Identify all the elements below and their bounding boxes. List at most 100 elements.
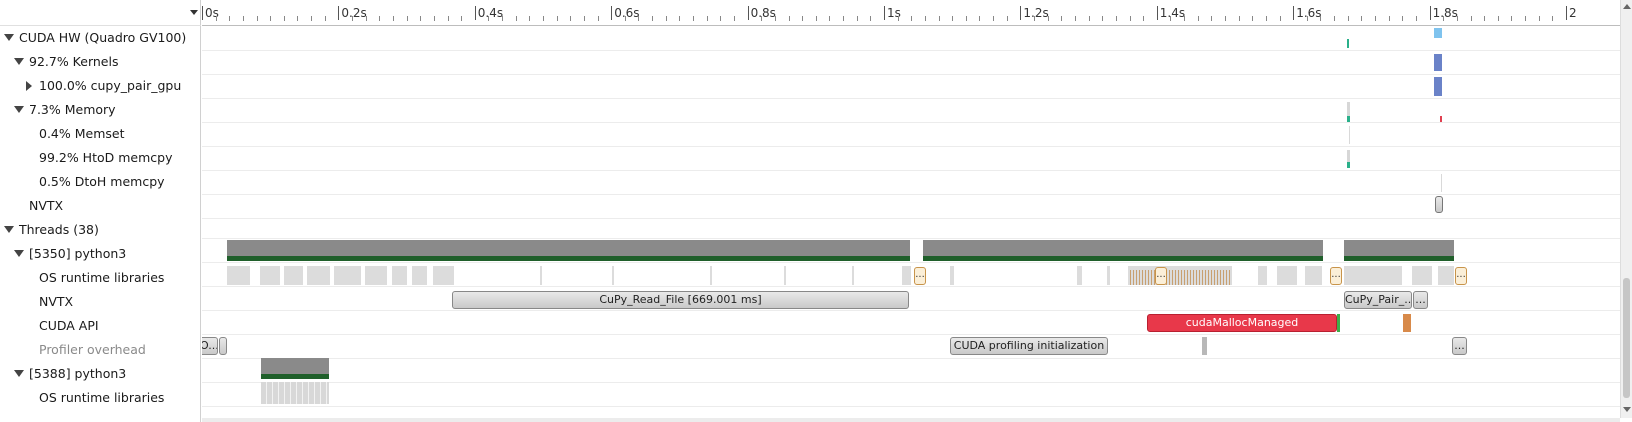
chevron-down-icon[interactable] [190, 10, 198, 15]
tree-row[interactable]: 0.4% Memset [0, 122, 201, 146]
osrt-io-call[interactable] [1193, 270, 1194, 285]
osrt-io-call[interactable] [1211, 270, 1212, 285]
overhead-cuda-init[interactable]: CUDA profiling initialization [950, 337, 1108, 355]
tree-row[interactable]: 99.2% HtoD memcpy [0, 146, 201, 170]
osrt-ellipsis-3[interactable]: ... [1330, 267, 1342, 285]
osrt-call[interactable] [852, 266, 854, 285]
nvtx-hw-marker[interactable] [1435, 196, 1443, 213]
osrt-io-call[interactable] [1172, 270, 1173, 285]
osrt-call[interactable] [784, 266, 786, 285]
osrt-call[interactable] [1412, 266, 1432, 285]
osrt-call[interactable] [950, 266, 954, 285]
expand-down-icon[interactable] [4, 34, 14, 41]
timeline-area[interactable]: ... ... ... ... CuPy_Read_File [669.001 … [202, 26, 1620, 418]
kernels-activity[interactable] [1434, 54, 1442, 71]
osrt-call[interactable] [612, 266, 614, 285]
tree-row[interactable]: 92.7% Kernels [0, 50, 201, 74]
osrt-call[interactable] [365, 266, 387, 285]
osrt-call[interactable] [1438, 266, 1454, 285]
osrt-io-call[interactable] [1187, 270, 1188, 285]
expand-down-icon[interactable] [14, 250, 24, 257]
osrt-call[interactable] [902, 266, 911, 285]
osrt-io-call[interactable] [1169, 270, 1170, 285]
osrt-call[interactable] [307, 266, 330, 285]
osrt-call[interactable] [1344, 266, 1402, 285]
osrt-io-call[interactable] [1202, 270, 1203, 285]
osrt-io-call[interactable] [1220, 270, 1221, 285]
nvtx-cupy-pair[interactable]: CuPy_Pair_... [1344, 291, 1412, 309]
time-ruler[interactable]: 0s 0.2s 0.4s 0.6s 0.8s 1s 1.2s 1.4s 1.6s 1.8s 2 [202, 0, 1620, 26]
tree-row[interactable]: 100.0% cupy_pair_gpu [0, 74, 201, 98]
osrt-io-call[interactable] [1199, 270, 1200, 285]
osrt-call[interactable] [1258, 266, 1267, 285]
thread-busy-segment[interactable] [1344, 240, 1454, 256]
osrt-io-call[interactable] [1133, 270, 1134, 285]
memset-marker[interactable] [1349, 126, 1350, 144]
vertical-scrollbar[interactable] [1620, 0, 1632, 418]
osrt-io-call[interactable] [1226, 270, 1227, 285]
nvtx-more[interactable]: ... [1413, 291, 1428, 309]
expand-down-icon[interactable] [14, 370, 24, 377]
osrt-call[interactable] [227, 266, 250, 285]
osrt-io-call[interactable] [1142, 270, 1143, 285]
scroll-up-icon[interactable] [1623, 4, 1631, 9]
osrt-call[interactable] [1305, 266, 1322, 285]
cuda-api-small-call[interactable] [1403, 314, 1411, 332]
memory-activity-dtoh[interactable] [1440, 116, 1442, 122]
dtoh-memcpy-marker[interactable] [1441, 174, 1442, 192]
osrt-io-call[interactable] [1130, 270, 1131, 285]
tree-row[interactable]: 7.3% Memory [0, 98, 201, 122]
osrt-call[interactable] [540, 266, 542, 285]
expand-down-icon[interactable] [14, 106, 24, 113]
osrt-io-call[interactable] [1223, 270, 1224, 285]
tree-row[interactable]: Threads (38) [0, 218, 201, 242]
osrt-io-call[interactable] [1184, 270, 1185, 285]
osrt-io-call[interactable] [1145, 270, 1146, 285]
osrt-io-call[interactable] [1181, 270, 1182, 285]
nvtx-cupy-read-file[interactable]: CuPy_Read_File [669.001 ms] [452, 291, 909, 309]
osrt-io-call[interactable] [1208, 270, 1209, 285]
osrt-ellipsis-2[interactable]: ... [1155, 267, 1167, 285]
thread-busy-segment[interactable] [227, 240, 910, 256]
cuda-api-green-marker[interactable] [1337, 314, 1340, 332]
osrt-io-call[interactable] [1151, 270, 1152, 285]
overhead-marker[interactable] [1202, 337, 1207, 355]
tree-row[interactable]: CUDA HW (Quadro GV100) [0, 26, 201, 50]
overhead-end[interactable]: ... [1452, 337, 1467, 355]
tree-row[interactable]: CUDA API [0, 314, 201, 338]
osrt-5388[interactable] [261, 382, 329, 404]
horizontal-scrollbar[interactable] [202, 418, 1620, 422]
osrt-io-call[interactable] [1217, 270, 1218, 285]
osrt-io-call[interactable] [1214, 270, 1215, 285]
osrt-call[interactable] [334, 266, 361, 285]
cuda-api-malloc-managed[interactable]: cudaMallocManaged [1147, 314, 1337, 332]
osrt-io-call[interactable] [1229, 270, 1230, 285]
osrt-call[interactable] [710, 266, 712, 285]
osrt-io-call[interactable] [1196, 270, 1197, 285]
tree-row[interactable]: [5388] python3 [0, 362, 201, 386]
osrt-ellipsis-1[interactable]: ... [914, 267, 926, 285]
osrt-io-call[interactable] [1136, 270, 1137, 285]
tree-row[interactable]: OS runtime libraries [0, 266, 201, 290]
osrt-call[interactable] [1277, 266, 1297, 285]
overhead-small[interactable] [219, 337, 227, 355]
osrt-io-call[interactable] [1205, 270, 1206, 285]
osrt-call[interactable] [412, 266, 427, 285]
osrt-call[interactable] [433, 266, 454, 285]
cuda-hw-kernel-marker[interactable] [1434, 28, 1442, 38]
tree-row[interactable]: OS runtime libraries [0, 386, 201, 410]
osrt-ellipsis-4[interactable]: ... [1455, 267, 1467, 285]
thread-busy-segment[interactable] [923, 240, 1323, 256]
tree-row[interactable]: NVTX [0, 194, 201, 218]
osrt-call[interactable] [260, 266, 280, 285]
expand-down-icon[interactable] [4, 226, 14, 233]
vertical-scrollbar-thumb[interactable] [1623, 278, 1630, 398]
expand-down-icon[interactable] [14, 58, 24, 65]
tree-row[interactable]: 0.5% DtoH memcpy [0, 170, 201, 194]
tree-row[interactable]: NVTX [0, 290, 201, 314]
osrt-io-call[interactable] [1148, 270, 1149, 285]
osrt-call[interactable] [1107, 266, 1110, 285]
osrt-call[interactable] [392, 266, 407, 285]
scroll-down-icon[interactable] [1623, 407, 1631, 412]
cuda-hw-memcpy-marker[interactable] [1347, 39, 1349, 48]
